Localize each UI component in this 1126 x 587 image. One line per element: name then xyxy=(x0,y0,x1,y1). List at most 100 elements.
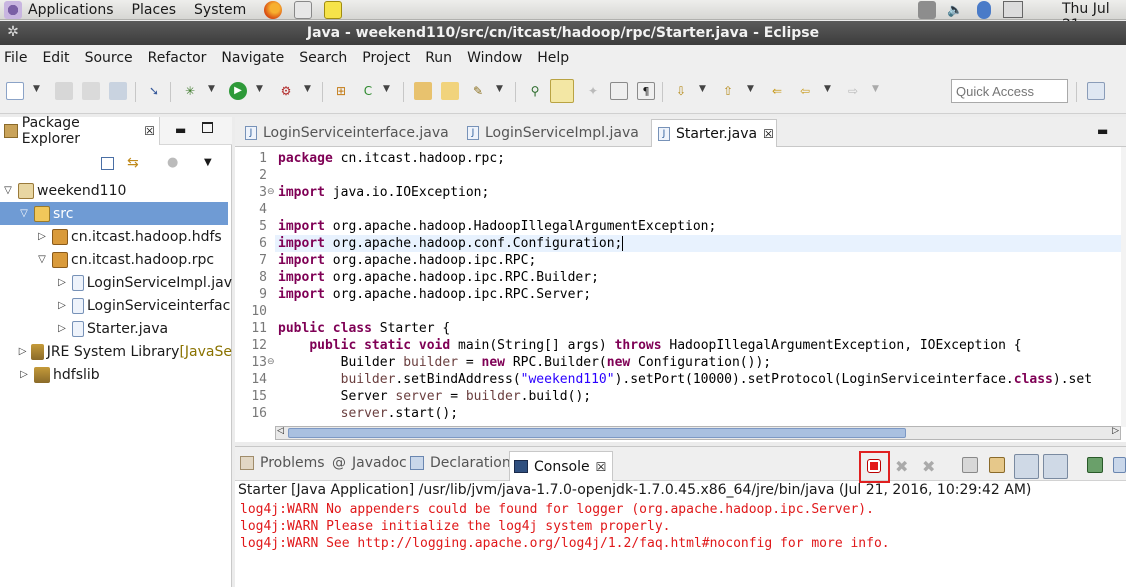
system-menu[interactable]: System xyxy=(194,2,246,18)
quick-access-input[interactable] xyxy=(951,79,1068,103)
run-dropdown-icon[interactable]: ▼ xyxy=(256,84,263,94)
pin-console-icon[interactable] xyxy=(1087,457,1103,473)
console-output-line[interactable]: log4j:WARN See http://logging.apache.org… xyxy=(240,536,890,551)
debug-icon[interactable]: ✳ xyxy=(181,82,199,100)
toggle-ant-icon[interactable]: ⚲ xyxy=(526,82,544,100)
code-line[interactable]: server.start(); xyxy=(278,406,458,421)
collapse-icon[interactable]: ▽ xyxy=(2,185,14,196)
code-line[interactable]: Server server = builder.build(); xyxy=(278,389,592,404)
minimize-editor-icon[interactable]: ▬ xyxy=(1097,124,1108,138)
new-class-icon[interactable]: C xyxy=(359,82,377,100)
places-menu[interactable]: Places xyxy=(132,2,177,18)
display-console-icon[interactable] xyxy=(1113,457,1126,473)
fold-icon[interactable]: ⊖ xyxy=(267,187,275,197)
tab-console[interactable]: Console ☒ xyxy=(509,451,614,481)
show-on-stdout-icon[interactable] xyxy=(1014,454,1039,479)
search-dropdown-icon[interactable]: ▼ xyxy=(496,84,503,94)
horizontal-scrollbar[interactable]: ◁ ▷ xyxy=(275,426,1121,440)
menu-navigate[interactable]: Navigate xyxy=(221,50,284,66)
collapse-all-icon[interactable] xyxy=(101,157,114,170)
menu-help[interactable]: Help xyxy=(537,50,569,66)
menu-search[interactable]: Search xyxy=(299,50,347,66)
menu-edit[interactable]: Edit xyxy=(42,50,69,66)
tree-item-jre-library[interactable]: ▷ JRE System Library [JavaSe xyxy=(0,340,232,363)
tree-item-hdfslib[interactable]: ▷ hdfslib xyxy=(0,363,232,386)
bluetooth-icon[interactable] xyxy=(977,1,991,19)
code-line[interactable]: import org.apache.hadoop.ipc.RPC; xyxy=(278,253,536,268)
remove-all-launches-icon[interactable]: ✖ xyxy=(922,457,938,476)
menu-run[interactable]: Run xyxy=(425,50,452,66)
new-java-project-icon[interactable]: ⊞ xyxy=(332,82,350,100)
code-line[interactable]: public static void main(String[] args) t… xyxy=(278,338,1021,353)
expand-icon[interactable]: ▷ xyxy=(18,346,27,357)
remove-launch-icon[interactable]: ✖ xyxy=(895,457,911,476)
back-icon[interactable]: ⇦ xyxy=(796,82,814,100)
tab-loginserviceimpl[interactable]: J LoginServiceImpl.java xyxy=(461,119,647,147)
package-explorer-tab[interactable]: Package Explorer ☒ xyxy=(0,115,160,147)
tab-starter[interactable]: J Starter.java ☒ xyxy=(651,119,777,147)
expand-icon[interactable]: ▷ xyxy=(56,323,68,334)
debug-dropdown-icon[interactable]: ▼ xyxy=(208,84,215,94)
fold-icon[interactable]: ⊖ xyxy=(267,357,275,367)
menu-source[interactable]: Source xyxy=(85,50,133,66)
back-dropdown-icon[interactable]: ▼ xyxy=(824,84,831,94)
collapse-icon[interactable]: ▽ xyxy=(18,208,30,219)
pin-icon[interactable]: ➘ xyxy=(145,82,163,100)
volume-icon[interactable]: 🔈 xyxy=(947,3,963,18)
print-icon[interactable] xyxy=(109,82,127,100)
applications-menu[interactable]: Applications xyxy=(28,2,114,18)
network-icon[interactable] xyxy=(1003,1,1023,18)
next-annotation-icon[interactable]: ⇩ xyxy=(672,82,690,100)
external-tools-dropdown-icon[interactable]: ▼ xyxy=(304,84,311,94)
forward-dropdown-icon[interactable]: ▼ xyxy=(872,84,879,94)
open-type-icon[interactable] xyxy=(414,82,432,100)
scroll-left-icon[interactable]: ◁ xyxy=(277,426,284,436)
tab-problems[interactable]: Problems xyxy=(240,455,325,471)
menu-window[interactable]: Window xyxy=(467,50,522,66)
tree-item-package-rpc[interactable]: ▽ cn.itcast.hadoop.rpc xyxy=(0,248,232,271)
code-line[interactable]: package cn.itcast.hadoop.rpc; xyxy=(278,151,505,166)
new-class-dropdown-icon[interactable]: ▼ xyxy=(383,84,390,94)
update-icon[interactable] xyxy=(918,1,936,19)
paragraph-icon[interactable]: ¶ xyxy=(637,82,655,100)
menu-file[interactable]: File xyxy=(4,50,27,66)
clear-console-icon[interactable] xyxy=(962,457,978,473)
collapse-icon[interactable]: ▽ xyxy=(36,254,48,265)
open-perspective-icon[interactable] xyxy=(1087,82,1105,100)
next-annotation-dropdown-icon[interactable]: ▼ xyxy=(699,84,706,94)
tab-javadoc[interactable]: @ Javadoc xyxy=(332,455,407,471)
console-output-line[interactable]: log4j:WARN Please initialize the log4j s… xyxy=(240,519,670,534)
view-menu-icon[interactable]: ▼ xyxy=(204,157,212,168)
tree-item-loginserviceimpl[interactable]: ▷ LoginServiceImpl.jav xyxy=(0,271,232,294)
expand-icon[interactable]: ▷ xyxy=(56,300,68,311)
show-whitespace-icon[interactable] xyxy=(610,82,628,100)
console-output-line[interactable]: log4j:WARN No appenders could be found f… xyxy=(240,502,874,517)
close-tab-icon[interactable]: ☒ xyxy=(144,124,155,138)
maximize-view-icon[interactable] xyxy=(202,122,213,133)
save-icon[interactable] xyxy=(55,82,73,100)
run-icon[interactable]: ▶ xyxy=(229,82,247,100)
block-selection-icon[interactable]: ✦ xyxy=(584,82,602,100)
scroll-right-icon[interactable]: ▷ xyxy=(1112,426,1119,436)
new-icon[interactable] xyxy=(6,82,24,100)
code-line[interactable]: builder.setBindAddress("weekend110").set… xyxy=(278,372,1124,387)
save-all-icon[interactable] xyxy=(82,82,100,100)
tree-item-package-hdfs[interactable]: ▷ cn.itcast.hadoop.hdfs xyxy=(0,225,232,248)
focus-task-icon[interactable]: ● xyxy=(167,155,178,170)
scroll-lock-icon[interactable] xyxy=(989,457,1005,473)
code-line[interactable]: import org.apache.hadoop.ipc.RPC.Builder… xyxy=(278,270,599,285)
code-line[interactable]: Builder builder = new RPC.Builder(new Co… xyxy=(278,355,772,370)
last-edit-icon[interactable]: ⇐ xyxy=(768,82,786,100)
code-line[interactable]: import org.apache.hadoop.HadoopIllegalAr… xyxy=(278,219,716,234)
code-line[interactable]: import org.apache.hadoop.conf.Configurat… xyxy=(278,236,624,251)
previous-annotation-icon[interactable]: ⇧ xyxy=(719,82,737,100)
scrollbar-thumb[interactable] xyxy=(288,428,906,438)
close-tab-icon[interactable]: ☒ xyxy=(596,460,607,474)
menu-project[interactable]: Project xyxy=(362,50,410,66)
minimize-view-icon[interactable]: ▬ xyxy=(175,123,186,137)
code-line[interactable]: public class Starter { xyxy=(278,321,450,336)
external-tools-icon[interactable]: ⚙ xyxy=(277,82,295,100)
tree-item-project[interactable]: ▽ weekend110 xyxy=(0,179,232,202)
previous-annotation-dropdown-icon[interactable]: ▼ xyxy=(747,84,754,94)
code-line[interactable]: import org.apache.hadoop.ipc.RPC.Server; xyxy=(278,287,591,302)
